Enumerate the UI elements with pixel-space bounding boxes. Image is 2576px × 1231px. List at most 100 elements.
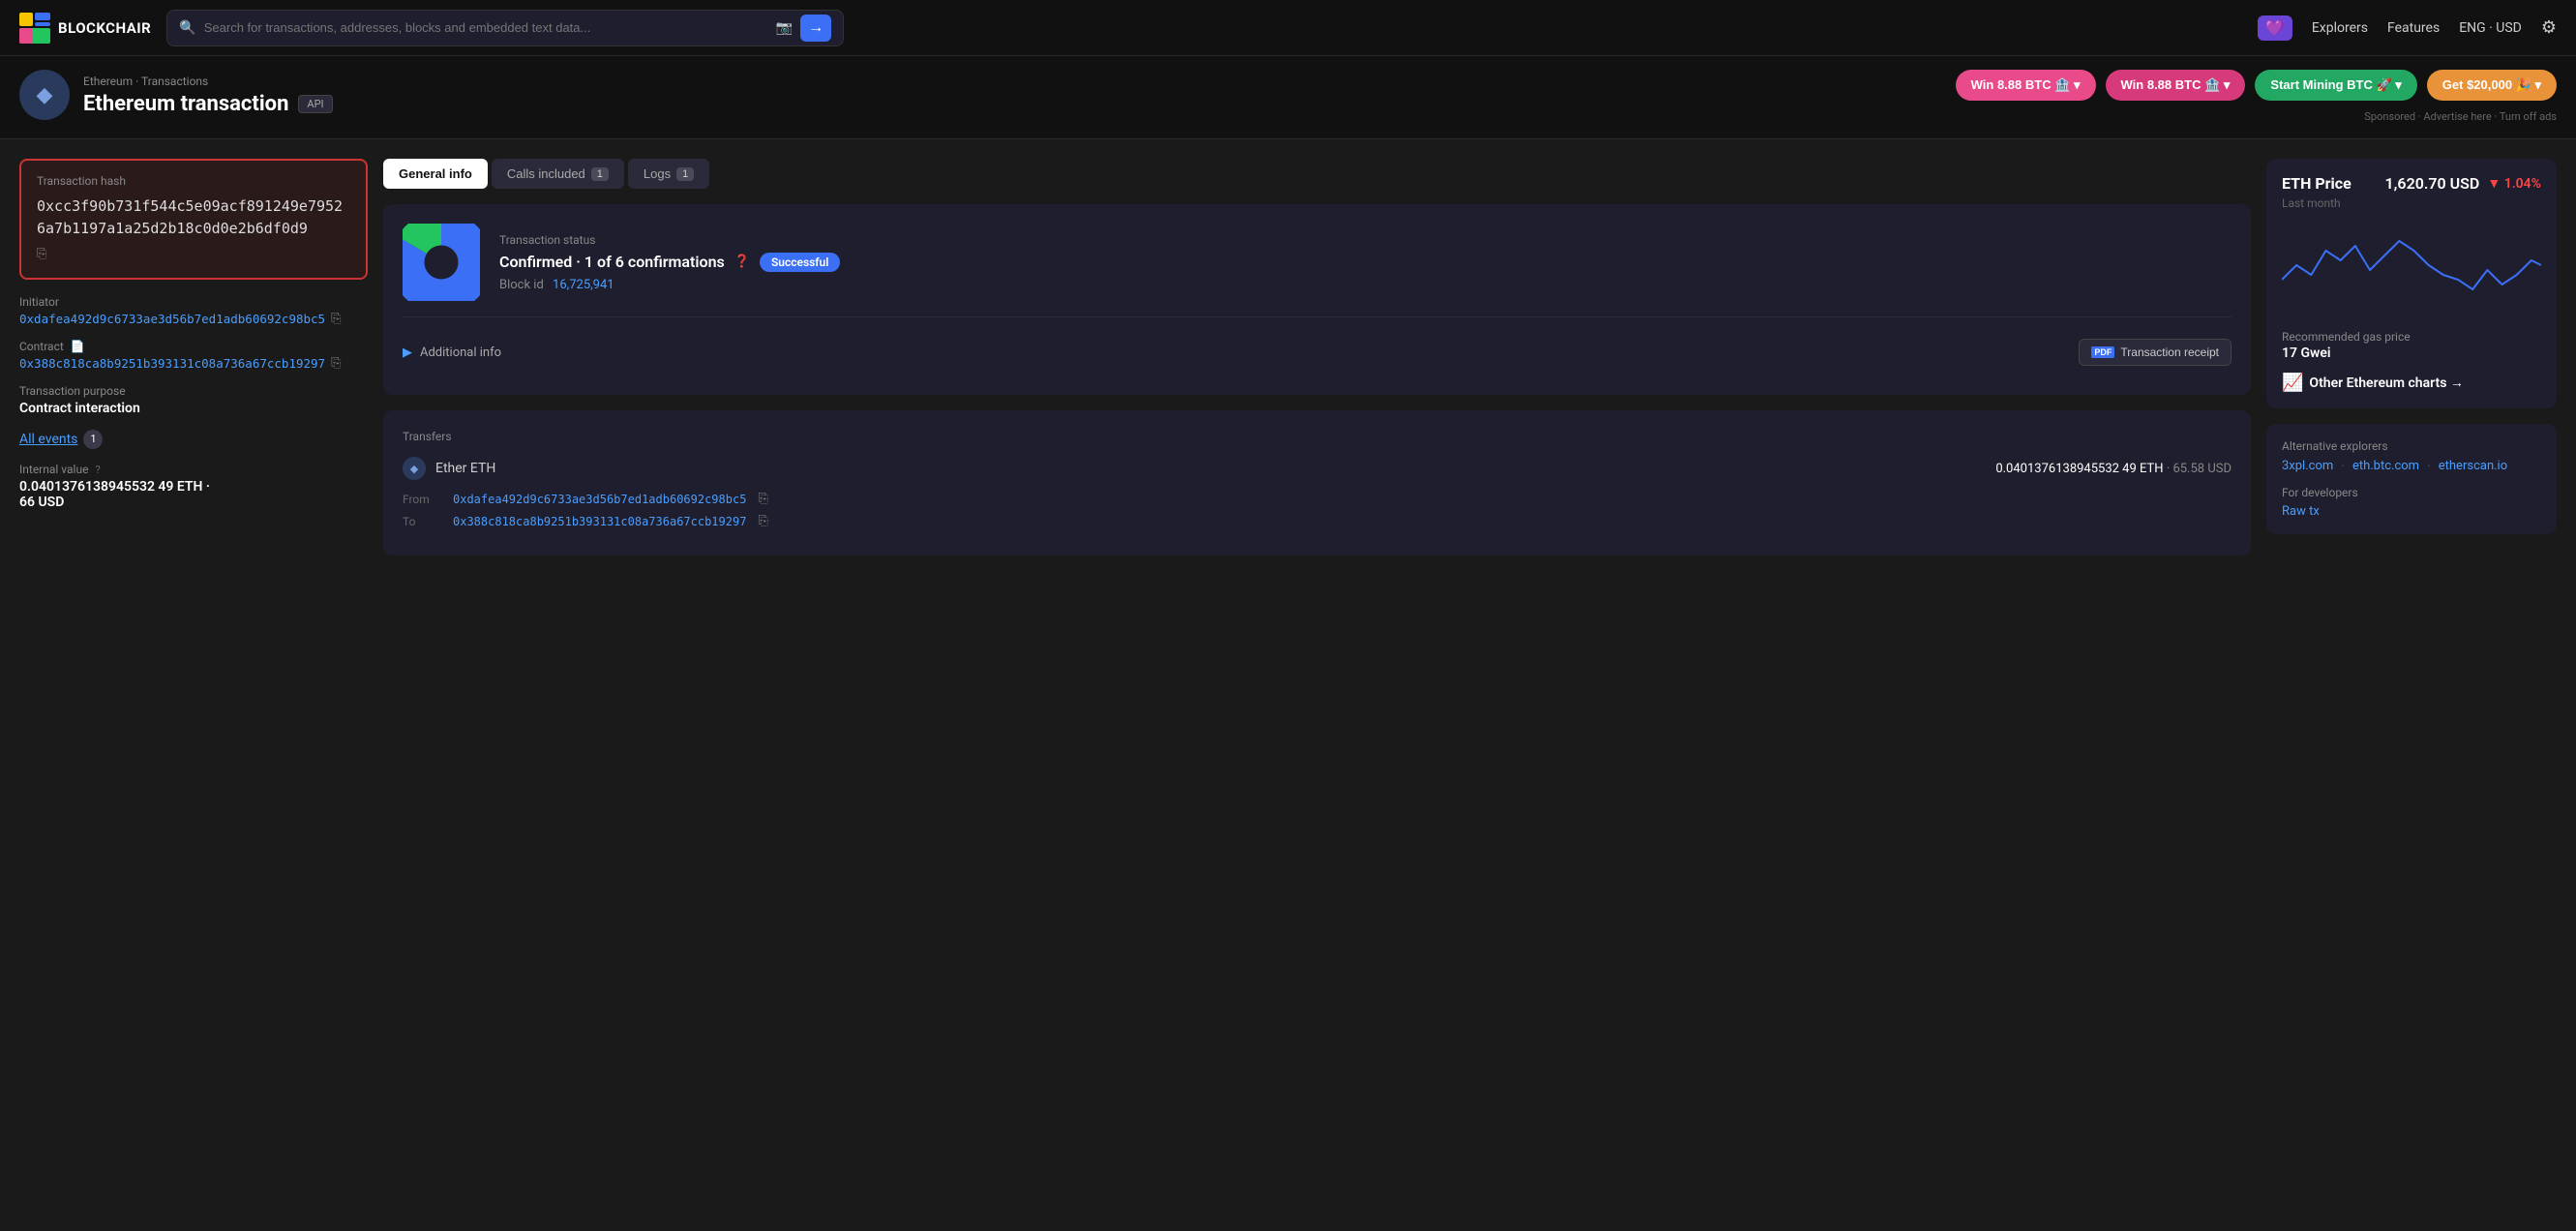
gas-label: Recommended gas price (2282, 330, 2541, 344)
page-title-row: Ethereum transaction API (83, 92, 333, 116)
initiator-row: Initiator 0xdafea492d9c6733ae3d56b7ed1ad… (19, 295, 368, 326)
chart-area (2282, 222, 2541, 318)
from-addr[interactable]: 0xdafea492d9c6733ae3d56b7ed1adb60692c98b… (453, 493, 746, 506)
transfers-card: Transfers ◆ Ether ETH 0.0401376138945532… (383, 410, 2251, 555)
promo-btn-4[interactable]: Get $20,000 🎉 ▾ (2427, 70, 2557, 101)
raw-tx-link[interactable]: Raw tx (2282, 504, 2320, 519)
tab-general-info[interactable]: General info (383, 159, 488, 189)
block-id-row: Block id 16,725,941 (499, 278, 840, 292)
all-events-value-row: All events 1 (19, 430, 368, 449)
price-title: ETH Price (2282, 174, 2351, 193)
contract-row: Contract 📄 0x388c818ca8b9251b393131c08a7… (19, 340, 368, 371)
copy-to-icon[interactable]: ⎘ (758, 514, 767, 528)
nav-features[interactable]: Features (2387, 20, 2440, 36)
tab-logs-label: Logs (644, 166, 671, 181)
tx-status-info: Transaction status Confirmed · 1 of 6 co… (499, 233, 840, 292)
alt-link-ethbtc[interactable]: eth.btc.com (2352, 459, 2419, 474)
tx-purpose-row: Transaction purpose Contract interaction (19, 384, 368, 416)
breadcrumb: Ethereum · Transactions (83, 75, 333, 88)
initiator-addr[interactable]: 0xdafea492d9c6733ae3d56b7ed1adb60692c98b… (19, 312, 325, 326)
ether-usd-value: 65.58 USD (2172, 462, 2232, 476)
promo-buttons: Win 8.88 BTC 🏦 ▾ Win 8.88 BTC 🏦 ▾ Start … (1956, 70, 2557, 123)
tx-receipt-button[interactable]: PDF Transaction receipt (2079, 339, 2232, 366)
api-badge[interactable]: API (298, 95, 332, 113)
price-card: ETH Price 1,620.70 USD ▼ 1.04% Last mont… (2266, 159, 2557, 408)
alt-explorers-card: Alternative explorers 3xpl.com · eth.btc… (2266, 424, 2557, 534)
dev-label: For developers (2282, 486, 2541, 499)
contract-addr[interactable]: 0x388c818ca8b9251b393131c08a736a67ccb192… (19, 356, 325, 371)
other-charts-row[interactable]: 📈 Other Ethereum charts → (2282, 373, 2541, 393)
price-change: ▼ 1.04% (2487, 175, 2541, 192)
alt-link-3xpl[interactable]: 3xpl.com (2282, 459, 2333, 474)
to-label: To (403, 515, 441, 528)
alt-explorers-label: Alternative explorers (2282, 439, 2541, 453)
logo-area: BLOCKCHAIR (19, 13, 151, 44)
tab-logs-badge: 1 (676, 167, 694, 181)
contract-label: Contract 📄 (19, 340, 368, 353)
to-addr[interactable]: 0x388c818ca8b9251b393131c08a736a67ccb192… (453, 515, 746, 528)
tx-hash-box: Transaction hash 0xcc3f90b731f544c5e09ac… (19, 159, 368, 280)
gas-section: Recommended gas price 17 Gwei (2282, 330, 2541, 361)
search-bar[interactable]: 🔍 📷 → (166, 10, 844, 46)
ether-label: Ether ETH (435, 461, 495, 476)
contract-label-text: Contract (19, 340, 64, 353)
nav-explorers[interactable]: Explorers (2312, 20, 2368, 36)
from-label: From (403, 493, 441, 506)
tx-status-label: Transaction status (499, 233, 840, 247)
copy-from-icon[interactable]: ⎘ (758, 492, 767, 506)
tab-logs[interactable]: Logs 1 (628, 159, 709, 189)
promo-btn-1[interactable]: Win 8.88 BTC 🏦 ▾ (1956, 70, 2096, 101)
success-badge: Successful (760, 253, 840, 272)
ether-amount: 0.0401376138945532 49 ETH (1995, 462, 2163, 476)
header: BLOCKCHAIR 🔍 📷 → 💜 Explorers Features EN… (0, 0, 2576, 56)
additional-info-row[interactable]: ▶ Additional info PDF Transaction receip… (403, 329, 2232, 375)
search-icon: 🔍 (179, 20, 195, 36)
search-submit-button[interactable]: → (800, 15, 831, 42)
price-chart (2282, 222, 2541, 318)
transfer-amount: 0.0401376138945532 49 ETH · 65.58 USD (1995, 462, 2232, 476)
tab-general-info-label: General info (399, 166, 472, 181)
separator-1 (403, 316, 2232, 317)
copy-contract-icon[interactable]: ⎘ (331, 356, 341, 371)
internal-value-row: Internal value ? 0.0401376138945532 49 E… (19, 463, 368, 510)
internal-value: 0.0401376138945532 49 ETH · (19, 479, 368, 495)
pdf-icon: PDF (2091, 346, 2114, 358)
alt-link-etherscan[interactable]: etherscan.io (2439, 459, 2507, 474)
settings-icon[interactable]: ⚙ (2541, 17, 2557, 38)
to-row: To 0x388c818ca8b9251b393131c08a736a67ccb… (403, 514, 2232, 528)
promo-btn-3[interactable]: Start Mining BTC 🚀 ▾ (2255, 70, 2416, 101)
tx-purpose-label: Transaction purpose (19, 384, 368, 398)
pie-chart (403, 224, 480, 301)
search-input[interactable] (204, 20, 768, 35)
internal-value-label-text: Internal value (19, 463, 88, 476)
internal-value-label: Internal value ? (19, 463, 368, 476)
triangle-icon: ▶ (403, 345, 412, 360)
copy-initiator-icon[interactable]: ⎘ (331, 312, 341, 326)
sponsored-text: Sponsored · Advertise here · Turn off ad… (2364, 110, 2557, 123)
wallet-promo-button[interactable]: 💜 (2258, 15, 2292, 41)
copy-hash-icon[interactable]: ⎘ (37, 245, 46, 264)
nav-lang-currency[interactable]: ENG · USD (2459, 20, 2522, 36)
promo-btn-2[interactable]: Win 8.88 BTC 🏦 ▾ (2106, 70, 2246, 101)
tab-calls-included[interactable]: Calls included 1 (492, 159, 624, 189)
gas-value: 17 Gwei (2282, 345, 2541, 361)
initiator-label: Initiator (19, 295, 368, 309)
from-row: From 0xdafea492d9c6733ae3d56b7ed1adb6069… (403, 492, 2232, 506)
center-panel: General info Calls included 1 Logs 1 (383, 159, 2251, 555)
tx-status-row: Transaction status Confirmed · 1 of 6 co… (403, 224, 2232, 301)
confirmations-help-icon: ❓ (734, 255, 750, 269)
title-area: ◆ Ethereum · Transactions Ethereum trans… (0, 56, 2576, 139)
promo-row: Win 8.88 BTC 🏦 ▾ Win 8.88 BTC 🏦 ▾ Start … (1956, 70, 2557, 101)
ether-usd: · 65.58 USD (2167, 462, 2232, 476)
all-events-link[interactable]: All events (19, 432, 77, 447)
block-id-link[interactable]: 16,725,941 (553, 278, 614, 292)
general-info-card: Transaction status Confirmed · 1 of 6 co… (383, 204, 2251, 395)
all-events-row: All events 1 (19, 430, 368, 449)
tx-confirmed-text: Confirmed · 1 of 6 confirmations (499, 253, 725, 271)
additional-info-label: Additional info (420, 345, 501, 360)
tx-hash-label: Transaction hash (37, 174, 350, 188)
page-title: Ethereum transaction (83, 92, 288, 116)
camera-icon: 📷 (776, 20, 793, 36)
from-to-section: From 0xdafea492d9c6733ae3d56b7ed1adb6069… (403, 492, 2232, 528)
header-right: 💜 Explorers Features ENG · USD ⚙ (2258, 15, 2557, 41)
